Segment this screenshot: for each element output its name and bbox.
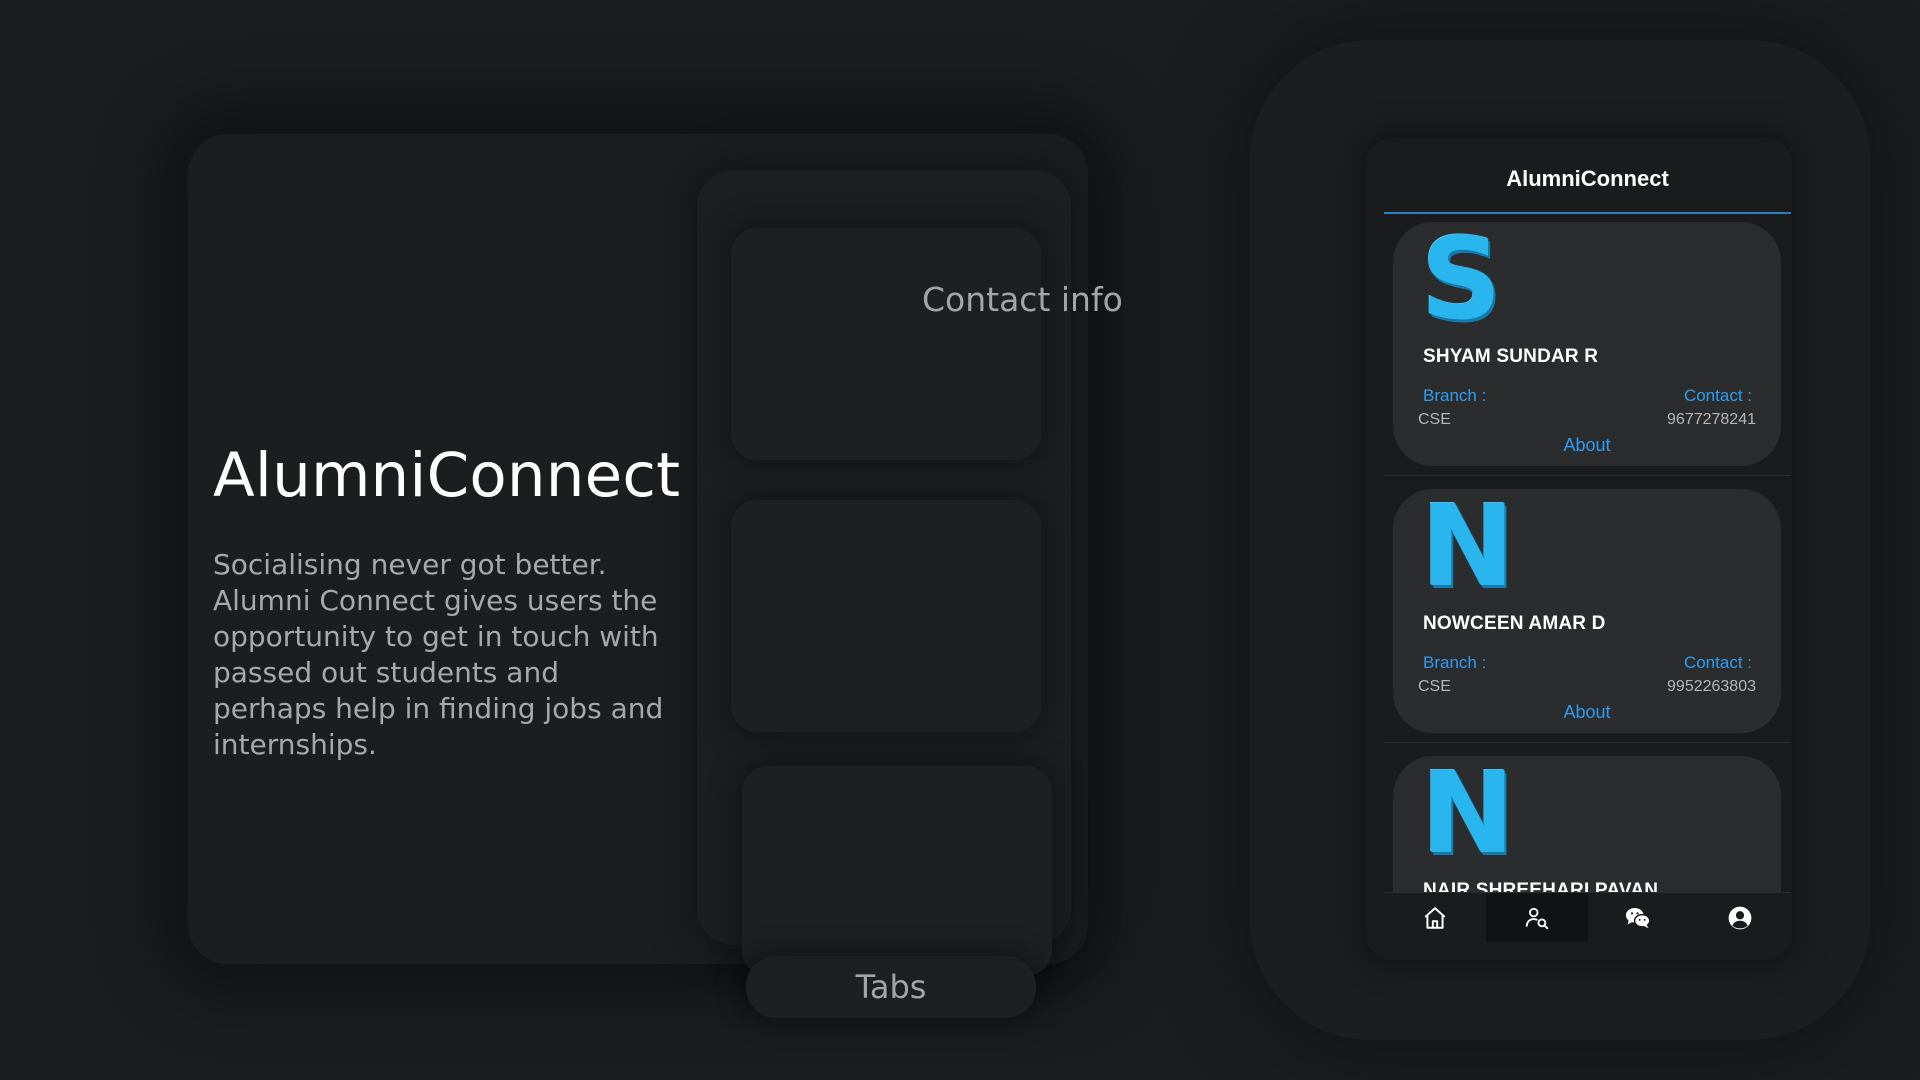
nav-profile[interactable] (1689, 893, 1791, 942)
alumni-card[interactable]: N NAIR SHREEHARI PAVAN (1393, 756, 1781, 892)
phone-screen: AlumniConnect S SHYAM SUNDAR R Branch : … (1366, 138, 1792, 960)
alumni-feed[interactable]: S SHYAM SUNDAR R Branch : CSE Contact : … (1366, 216, 1792, 892)
tabs-pill[interactable]: Tabs (746, 956, 1036, 1018)
alumni-name: NOWCEEN AMAR D (1423, 613, 1606, 634)
home-icon (1424, 906, 1446, 929)
branch-label: Branch : (1423, 653, 1487, 672)
branch-value: CSE (1418, 678, 1451, 695)
alumni-name: SHYAM SUNDAR R (1423, 346, 1599, 367)
tagline: Socialising never got better. Alumni Con… (213, 548, 664, 761)
decorative-box (731, 228, 1041, 460)
contact-label: Contact : (1683, 386, 1752, 405)
divider (1384, 742, 1791, 743)
avatar: N (1421, 482, 1515, 612)
alumni-card[interactable]: N NOWCEEN AMAR D Branch : CSE Contact : … (1393, 489, 1781, 733)
nav-home[interactable] (1384, 893, 1486, 942)
divider (1384, 475, 1791, 476)
about-link[interactable]: About (1393, 702, 1781, 723)
decorative-box (742, 766, 1052, 976)
brand-title: AlumniConnect (213, 440, 681, 511)
avatar: S (1421, 216, 1502, 345)
contact-info-label: Contact info (922, 280, 1123, 319)
about-link[interactable]: About (1393, 435, 1781, 456)
nav-chat[interactable] (1588, 893, 1690, 942)
contact-value: 9952263803 (1667, 678, 1756, 695)
alumni-name: NAIR SHREEHARI PAVAN (1423, 880, 1659, 892)
branch-value: CSE (1418, 411, 1451, 428)
tabs-label: Tabs (855, 968, 927, 1006)
branch-label: Branch : (1423, 386, 1487, 405)
bottom-nav (1384, 892, 1791, 942)
chat-icon (1626, 907, 1651, 928)
search-user-icon (1525, 907, 1549, 929)
contact-label: Contact : (1683, 653, 1752, 672)
app-title: AlumniConnect (1506, 166, 1669, 191)
decorative-box (731, 500, 1041, 732)
alumni-card[interactable]: S SHYAM SUNDAR R Branch : CSE Contact : … (1393, 222, 1781, 466)
app-header: AlumniConnect (1384, 138, 1791, 214)
avatar: N (1421, 749, 1515, 879)
nav-search-alumni[interactable] (1485, 893, 1588, 942)
stage: Contact info AlumniConnect Socialising n… (0, 0, 1920, 1080)
contact-value: 9677278241 (1667, 411, 1756, 428)
profile-icon (1728, 906, 1752, 929)
